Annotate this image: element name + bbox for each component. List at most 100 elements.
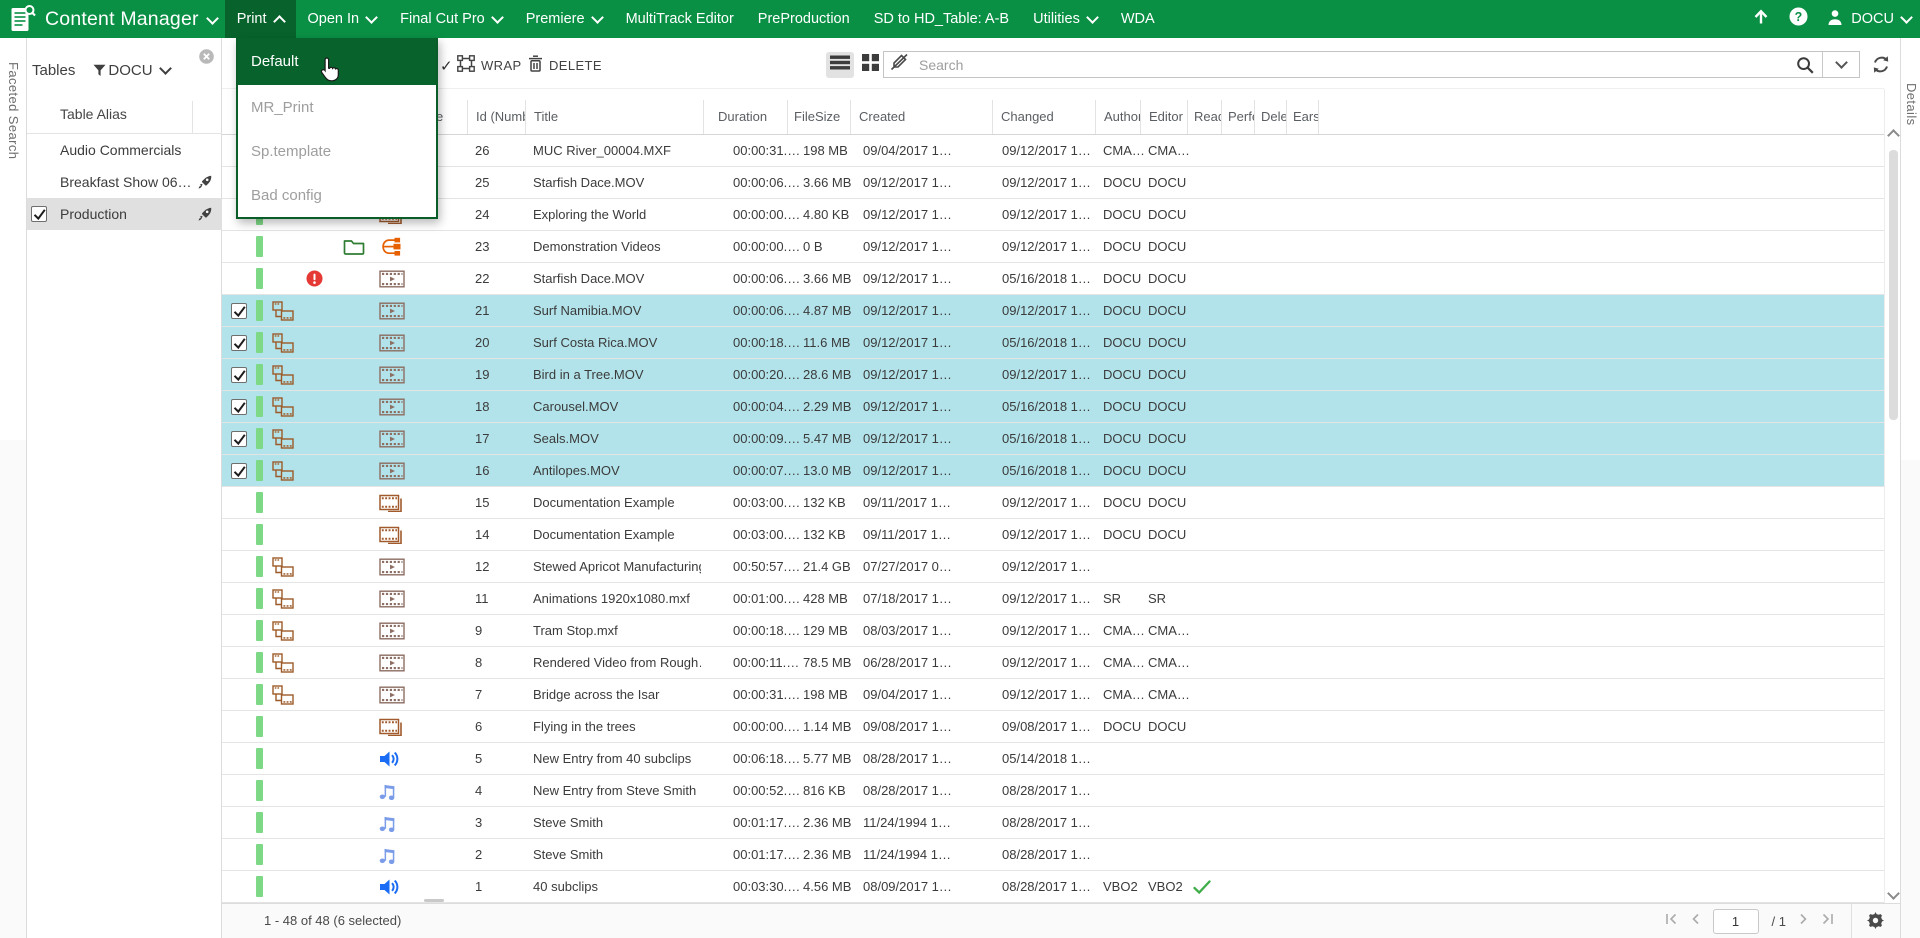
menu-wda[interactable]: WDA [1109, 0, 1167, 38]
chevron-down-icon[interactable] [159, 62, 172, 75]
column-header-duration[interactable]: Duration [703, 100, 787, 134]
grid-view-icon [862, 54, 879, 76]
close-panel-button[interactable] [199, 49, 214, 69]
column-header-id[interactable]: Id (Number) [467, 100, 525, 134]
table-row-11[interactable]: 11Animations 1920x1080.mxf00:01:00.…428 … [222, 583, 1884, 615]
app-title-chevron[interactable] [208, 10, 217, 28]
table-row-25[interactable]: 25Starfish Dace.MOV00:00:06.…3.66 MB09/1… [222, 167, 1884, 199]
column-header-title[interactable]: Title [525, 100, 703, 134]
page-number-input[interactable] [1713, 909, 1759, 934]
table-row-19[interactable]: 19Bird in a Tree.MOV00:00:20.…28.6 MB09/… [222, 359, 1884, 391]
last-page-button[interactable] [1821, 912, 1834, 930]
menu-print[interactable]: Print [225, 0, 296, 38]
row-checkbox[interactable] [231, 399, 247, 415]
cell-editor: CMA… [1148, 135, 1190, 166]
row-checkbox[interactable] [231, 367, 247, 383]
refresh-icon [1871, 55, 1891, 74]
menu-premiere[interactable]: Premiere [514, 0, 614, 38]
table-row-21[interactable]: 21Surf Namibia.MOV00:00:06.…4.87 MB09/12… [222, 295, 1884, 327]
table-row-15[interactable]: 15Documentation Example00:03:00.…132 KB0… [222, 487, 1884, 519]
horizontal-scrollbar-thumb[interactable] [424, 899, 444, 902]
column-header-ears[interactable]: Ears [1286, 100, 1318, 134]
table-row-5[interactable]: 5New Entry from 40 subclips00:06:18.…5.7… [222, 743, 1884, 775]
row-checkbox[interactable] [231, 463, 247, 479]
cell-title: Steve Smith [533, 807, 701, 838]
table-row-6[interactable]: 6Flying in the trees00:00:00.…1.14 MB09/… [222, 711, 1884, 743]
table-row-3[interactable]: 3Steve Smith00:01:17.…2.36 MB11/24/1994 … [222, 807, 1884, 839]
row-checkbox[interactable] [31, 206, 47, 222]
table-row-17[interactable]: 17Seals.MOV00:00:09.…5.47 MB09/12/2017 1… [222, 423, 1884, 455]
search-options-dropdown[interactable] [1822, 52, 1859, 77]
table-row-14[interactable]: 14Documentation Example00:03:00.…132 KB0… [222, 519, 1884, 551]
next-page-button[interactable] [1799, 912, 1808, 930]
print-menu-item-bad-config[interactable]: Bad config [238, 173, 436, 217]
menu-multitrack-editor[interactable]: MultiTrack Editor [614, 0, 746, 38]
menu-utilities[interactable]: Utilities [1021, 0, 1109, 38]
menu-sd-to-hd-table-a-b[interactable]: SD to HD_Table: A-B [862, 0, 1021, 38]
table-row-9[interactable]: 9Tram Stop.mxf00:00:18.…129 MB08/03/2017… [222, 615, 1884, 647]
upload-button[interactable] [1752, 8, 1770, 31]
column-header-read[interactable]: Read [1187, 100, 1221, 134]
column-header-perfe[interactable]: Perfe [1221, 100, 1254, 134]
cell-created: 09/12/2017 1… [863, 327, 952, 358]
refresh-button[interactable] [1871, 55, 1891, 79]
table-row-4[interactable]: 4New Entry from Steve Smith00:00:52.…816… [222, 775, 1884, 807]
clear-filter-icon[interactable] [890, 53, 909, 76]
table-row-23[interactable]: 23Demonstration Videos00:00:00.…0 B09/12… [222, 231, 1884, 263]
wrap-button[interactable]: WRAP [457, 55, 522, 75]
table-row-8[interactable]: 8Rendered Video from Rough…00:00:11.…78.… [222, 647, 1884, 679]
grid-view-toggle[interactable] [856, 52, 884, 78]
table-row-26[interactable]: 26MUC River_00004.MXF00:00:31.…198 MB09/… [222, 135, 1884, 167]
row-checkbox[interactable] [231, 431, 247, 447]
table-row-12[interactable]: 12Stewed Apricot Manufacturing00:50:57.…… [222, 551, 1884, 583]
scroll-up-icon[interactable] [1887, 129, 1900, 142]
table-row-18[interactable]: 18Carousel.MOV00:00:04.…2.29 MB09/12/201… [222, 391, 1884, 423]
table-row-22[interactable]: 22Starfish Dace.MOV00:00:06.…3.66 MB09/1… [222, 263, 1884, 295]
table-row-16[interactable]: 16Antilopes.MOV00:00:07.…13.0 MB09/12/20… [222, 455, 1884, 487]
row-status-bar [256, 460, 263, 481]
table-row-1[interactable]: 140 subclips00:03:30.…4.56 MB08/09/2017 … [222, 871, 1884, 903]
delete-button[interactable]: DELETE [528, 55, 602, 75]
vertical-scrollbar[interactable] [1884, 89, 1900, 903]
table-alias-row-production[interactable]: Production [27, 198, 222, 230]
row-checkbox[interactable] [231, 303, 247, 319]
faceted-search-tab[interactable]: Faceted Search [0, 38, 27, 938]
list-view-toggle[interactable] [826, 52, 854, 78]
scrollbar-thumb[interactable] [1889, 150, 1898, 420]
search-icon[interactable] [1796, 56, 1814, 74]
scroll-down-icon[interactable] [1887, 887, 1900, 900]
settings-button[interactable] [1867, 912, 1884, 934]
column-header-author[interactable]: Author [1095, 100, 1140, 134]
rocket-icon[interactable] [197, 174, 213, 193]
column-header-created[interactable]: Created [850, 100, 992, 134]
table-row-7[interactable]: 7Bridge across the Isar00:00:31.…198 MB0… [222, 679, 1884, 711]
table-row-24[interactable]: 24Exploring the World00:00:00.…4.80 KB09… [222, 199, 1884, 231]
print-menu-item-mr-print[interactable]: MR_Print [238, 85, 436, 129]
row-checkbox[interactable] [231, 335, 247, 351]
column-header-editor[interactable]: Editor [1140, 100, 1187, 134]
column-header-filesize[interactable]: FileSize [787, 100, 850, 134]
column-header-type-fragment[interactable]: e [436, 100, 454, 134]
search-input[interactable] [917, 56, 1796, 74]
user-menu[interactable]: DOCU [1827, 9, 1911, 30]
previous-page-button[interactable] [1691, 912, 1700, 930]
rocket-icon[interactable] [197, 206, 213, 225]
help-button[interactable]: ? [1789, 7, 1808, 31]
first-page-button[interactable] [1665, 912, 1678, 930]
table-row-20[interactable]: 20Surf Costa Rica.MOV00:00:18.…11.6 MB09… [222, 327, 1884, 359]
details-tab[interactable]: Details [1900, 38, 1920, 938]
print-menu-item-sp-template[interactable]: Sp.template [238, 129, 436, 173]
cell-title: Bridge across the Isar [533, 679, 701, 710]
table-row-2[interactable]: 2Steve Smith00:01:17.…2.36 MB11/24/1994 … [222, 839, 1884, 871]
column-header-delet[interactable]: Delet [1254, 100, 1286, 134]
column-header-changed[interactable]: Changed [992, 100, 1095, 134]
menu-open-in[interactable]: Open In [296, 0, 389, 38]
tables-list: Audio CommercialsBreakfast Show 06…Produ… [27, 134, 222, 230]
tables-filter-value[interactable]: DOCU [108, 62, 152, 79]
table-alias-row-audio-commercials[interactable]: Audio Commercials [27, 134, 222, 166]
cell-filesize: 11.6 MB [803, 327, 850, 358]
menu-preproduction[interactable]: PreProduction [746, 0, 862, 38]
table-alias-row-breakfast-show-06[interactable]: Breakfast Show 06… [27, 166, 222, 198]
table-alias-column-header[interactable]: Table Alias [60, 106, 127, 122]
menu-final-cut-pro[interactable]: Final Cut Pro [388, 0, 514, 38]
